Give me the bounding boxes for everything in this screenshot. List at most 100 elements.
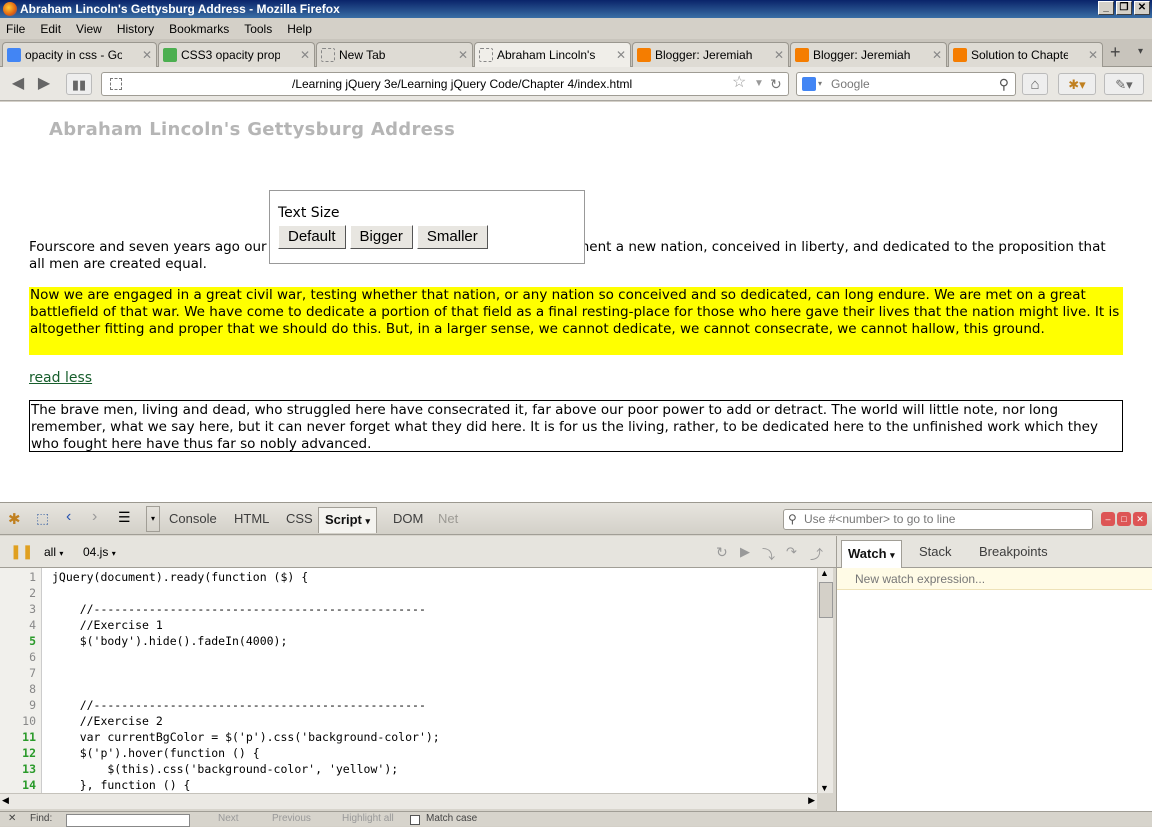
- find-next-button[interactable]: Next: [218, 813, 239, 824]
- firebug-detach-icon[interactable]: □: [1117, 512, 1131, 526]
- find-input[interactable]: [66, 814, 190, 827]
- tab-close-icon[interactable]: ✕: [774, 43, 784, 67]
- tab-google-opacity[interactable]: opacity in css - Googl... ✕: [2, 42, 157, 67]
- firebug-tab-html[interactable]: HTML: [234, 511, 269, 526]
- line-number[interactable]: 13: [0, 762, 40, 776]
- tab-close-icon[interactable]: ✕: [932, 43, 942, 67]
- menu-tools[interactable]: Tools: [244, 22, 272, 36]
- default-size-button[interactable]: Default: [278, 225, 346, 249]
- line-number[interactable]: 4: [0, 618, 40, 632]
- menu-bookmarks[interactable]: Bookmarks: [169, 22, 229, 36]
- tab-solution-chapter3[interactable]: Solution to Chapter 3 ... ✕: [948, 42, 1103, 67]
- inspect-icon[interactable]: ⬚: [36, 510, 49, 527]
- line-number[interactable]: 7: [0, 666, 40, 680]
- line-number[interactable]: 1: [0, 570, 40, 584]
- url-text[interactable]: /Learning jQuery 3e/Learning jQuery Code…: [292, 73, 632, 95]
- line-number[interactable]: 3: [0, 602, 40, 616]
- step-out-icon[interactable]: ⤴: [810, 544, 823, 563]
- forward-arrow-icon[interactable]: ▶: [34, 73, 54, 95]
- tab-close-icon[interactable]: ✕: [616, 43, 626, 67]
- site-identity-icon[interactable]: [110, 78, 122, 90]
- back-arrow-icon[interactable]: ◀: [8, 73, 28, 95]
- search-bar[interactable]: ▾ Google ⚲: [796, 72, 1016, 96]
- tab-gettysburg[interactable]: Abraham Lincoln's Get... ✕: [474, 42, 631, 68]
- line-number[interactable]: 9: [0, 698, 40, 712]
- firebug-tab-net[interactable]: Net: [438, 511, 458, 526]
- close-window-button[interactable]: ✕: [1134, 1, 1150, 15]
- find-previous-button[interactable]: Previous: [272, 813, 311, 824]
- forward-chevron-icon[interactable]: ›: [92, 508, 97, 526]
- new-watch-expression[interactable]: New watch expression...: [837, 568, 1152, 590]
- history-dropdown-icon[interactable]: ▼: [754, 73, 764, 95]
- tab-css3-opacity[interactable]: CSS3 opacity property ✕: [158, 42, 315, 67]
- scroll-down-icon[interactable]: ▼: [820, 783, 829, 793]
- line-number[interactable]: 14: [0, 778, 40, 792]
- script-file-select[interactable]: 04.js ▾: [83, 545, 116, 559]
- match-case-checkbox[interactable]: [410, 815, 420, 825]
- tab-list-chevron-icon[interactable]: ▾: [1138, 46, 1143, 57]
- bookmark-star-icon[interactable]: ☆: [732, 72, 746, 94]
- line-number[interactable]: 6: [0, 650, 40, 664]
- new-tab-button[interactable]: +: [1110, 42, 1121, 63]
- panel-options-dropdown-icon[interactable]: ▾: [146, 506, 160, 532]
- home-icon[interactable]: ⌂: [1022, 73, 1048, 95]
- firebug-bug-icon[interactable]: ✱: [8, 510, 21, 528]
- menu-help[interactable]: Help: [287, 22, 312, 36]
- firebug-close-icon[interactable]: ✕: [1133, 512, 1147, 526]
- menu-view[interactable]: View: [76, 22, 102, 36]
- read-less-link[interactable]: read less: [29, 370, 92, 386]
- menu-edit[interactable]: Edit: [40, 22, 61, 36]
- tab-close-icon[interactable]: ✕: [142, 43, 152, 67]
- rerun-icon[interactable]: ↻: [716, 544, 728, 561]
- step-into-icon[interactable]: ⤵: [762, 544, 775, 563]
- tab-close-icon[interactable]: ✕: [300, 43, 310, 67]
- tab-blogger-2[interactable]: Blogger: Jeremiah Fla... ✕: [790, 42, 947, 67]
- maximize-button[interactable]: ❐: [1116, 1, 1132, 15]
- tab-close-icon[interactable]: ✕: [1088, 43, 1098, 67]
- menu-file[interactable]: File: [6, 22, 25, 36]
- continue-icon[interactable]: ▶: [740, 544, 750, 560]
- code-vertical-scrollbar[interactable]: ▲ ▼: [817, 568, 833, 793]
- scroll-up-icon[interactable]: ▲: [820, 568, 829, 578]
- minimize-button[interactable]: _: [1098, 1, 1114, 15]
- firebug-search-input[interactable]: ⚲ Use #<number> to go to line: [783, 509, 1093, 530]
- scroll-right-icon[interactable]: ▶: [808, 795, 815, 806]
- tab-blogger-1[interactable]: Blogger: Jeremiah Fla... ✕: [632, 42, 789, 67]
- line-number[interactable]: 5: [0, 634, 40, 648]
- bigger-size-button[interactable]: Bigger: [349, 225, 413, 249]
- smaller-size-button[interactable]: Smaller: [416, 225, 488, 249]
- url-bar[interactable]: /Learning jQuery 3e/Learning jQuery Code…: [101, 72, 789, 96]
- pause-icon[interactable]: ❚❚: [10, 543, 33, 560]
- firebug-toggle-icon[interactable]: ✱▾: [1058, 73, 1096, 95]
- script-source-view[interactable]: 1 jQuery(document).ready(function ($) {2 3…: [0, 568, 817, 793]
- findbar-close-icon[interactable]: ✕: [8, 813, 16, 824]
- code-horizontal-scrollbar[interactable]: ◀ ▶: [0, 793, 817, 809]
- menu-history[interactable]: History: [117, 22, 154, 36]
- panel-menu-icon[interactable]: ☰: [118, 509, 131, 526]
- line-number[interactable]: 11: [0, 730, 40, 744]
- firebug-tab-css[interactable]: CSS: [286, 511, 313, 526]
- side-tab-watch[interactable]: Watch ▾: [841, 540, 902, 568]
- scroll-left-icon[interactable]: ◀: [2, 795, 9, 806]
- side-tab-breakpoints[interactable]: Breakpoints: [979, 544, 1048, 559]
- google-engine-icon[interactable]: [802, 77, 816, 91]
- firebug-tab-dom[interactable]: DOM: [393, 511, 423, 526]
- line-number[interactable]: 2: [0, 586, 40, 600]
- script-filter-select[interactable]: all ▾: [44, 545, 63, 559]
- tools-dropdown-icon[interactable]: ✎▾: [1104, 73, 1144, 95]
- back-chevron-icon[interactable]: ‹: [66, 508, 71, 526]
- engine-dropdown-icon[interactable]: ▾: [818, 73, 822, 95]
- firebug-tab-console[interactable]: Console: [169, 511, 217, 526]
- line-number[interactable]: 8: [0, 682, 40, 696]
- feeds-icon[interactable]: ▮▮: [66, 73, 92, 95]
- firebug-tab-script[interactable]: Script ▾: [318, 507, 377, 533]
- highlight-all-button[interactable]: Highlight all: [342, 813, 394, 824]
- tab-close-icon[interactable]: ✕: [458, 43, 468, 67]
- firebug-minimize-icon[interactable]: –: [1101, 512, 1115, 526]
- scroll-thumb[interactable]: [819, 582, 833, 618]
- line-number[interactable]: 10: [0, 714, 40, 728]
- step-over-icon[interactable]: ↷: [786, 544, 797, 560]
- search-magnifier-icon[interactable]: ⚲: [999, 73, 1009, 95]
- reload-icon[interactable]: ↻: [770, 73, 782, 95]
- line-number[interactable]: 12: [0, 746, 40, 760]
